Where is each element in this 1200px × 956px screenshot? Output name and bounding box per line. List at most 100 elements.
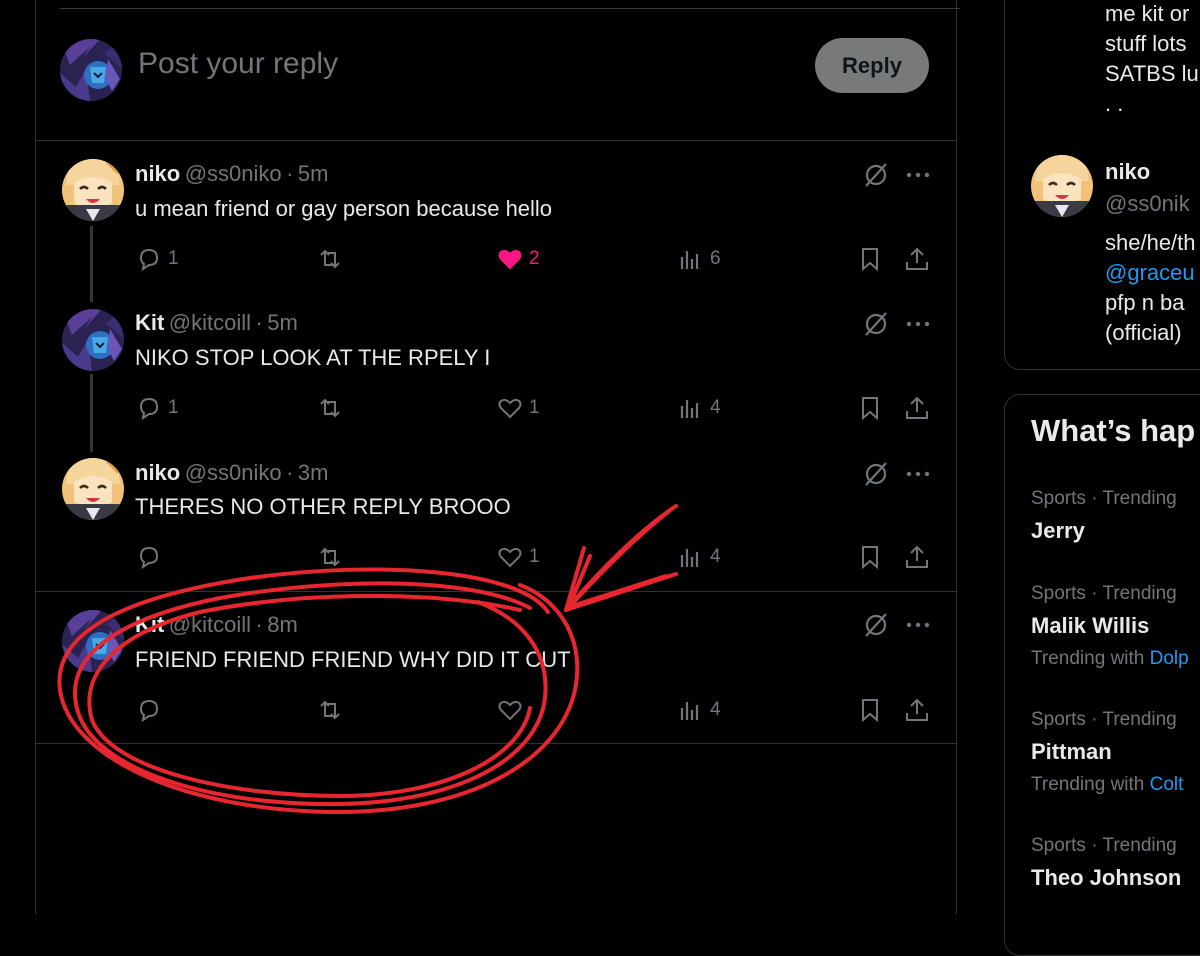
reply-count: 1 [168,248,179,269]
thread-connector [90,226,93,302]
view-count: 4 [710,397,721,418]
like-count: 2 [529,248,540,269]
more-icon[interactable] [904,161,932,189]
bookmark-icon[interactable] [856,696,884,724]
share-icon[interactable] [903,245,931,273]
niko-avatar[interactable] [62,458,124,520]
thread-connector [90,374,93,452]
trend-with-link[interactable]: Dolp [1150,648,1189,669]
separator: · [286,161,294,186]
like-icon[interactable] [496,696,524,724]
share-icon[interactable] [903,394,931,422]
post-text: u mean friend or gay person because hell… [135,196,553,221]
trend-category: Sports · Trending [1031,709,1177,730]
more-icon[interactable] [904,611,932,639]
profile-name[interactable]: niko [1105,159,1150,185]
repost-icon[interactable] [316,543,344,571]
profile-bio-line: (official) [1105,320,1182,345]
view-count: 4 [710,546,721,567]
view-count: 6 [710,248,721,269]
trend-with: Trending with Dolp [1031,648,1189,669]
views-icon[interactable] [677,696,705,724]
like-icon[interactable] [496,245,524,273]
author-handle[interactable]: @ss0niko [185,161,282,186]
timestamp[interactable]: 5m [298,161,329,186]
post-text: NIKO STOP LOOK AT THE RPELY I [135,345,491,370]
author-name[interactable]: niko [135,161,180,186]
more-icon[interactable] [904,460,932,488]
view-count: 4 [710,699,721,720]
post-divider [36,591,956,592]
trend-name[interactable]: Jerry [1031,518,1085,544]
trends-heading: What’s hap [1031,413,1196,448]
bio-top-line: stuff lots [1105,31,1187,56]
timestamp[interactable]: 5m [267,310,298,335]
bio-top-line: me kit or [1105,1,1190,26]
separator: · [255,612,263,637]
reply-icon[interactable] [135,696,163,724]
grok-icon[interactable] [862,611,890,639]
trend-name[interactable]: Theo Johnson [1031,865,1181,891]
share-icon[interactable] [903,696,931,724]
views-icon[interactable] [677,543,705,571]
repost-icon[interactable] [316,394,344,422]
repost-icon[interactable] [316,245,344,273]
bio-top-line: SATBS lu [1105,61,1199,86]
more-icon[interactable] [904,310,932,338]
author-handle[interactable]: @ss0niko [185,460,282,485]
post-text: FRIEND FRIEND FRIEND WHY DID IT CUT [135,647,571,672]
trend-name[interactable]: Malik Willis [1031,613,1149,639]
reply-icon[interactable] [135,245,163,273]
profile-avatar[interactable] [1031,155,1093,217]
kit-avatar[interactable] [62,610,124,672]
reply-count: 1 [168,397,179,418]
profile-bio-mention[interactable]: @graceu [1105,260,1195,286]
like-count: 1 [529,397,540,418]
author-name[interactable]: niko [135,460,180,485]
like-icon[interactable] [496,543,524,571]
timestamp[interactable]: 3m [298,460,329,485]
bookmark-icon[interactable] [856,394,884,422]
author-name[interactable]: Kit [135,612,164,637]
niko-avatar[interactable] [62,159,124,221]
like-count: 1 [529,546,540,567]
views-icon[interactable] [677,245,705,273]
grok-icon[interactable] [862,460,890,488]
separator: · [286,460,294,485]
post-text: THERES NO OTHER REPLY BROOO [135,494,511,519]
repost-icon[interactable] [316,696,344,724]
composer-divider [36,140,956,141]
views-icon[interactable] [677,394,705,422]
post-divider [36,743,956,744]
trend-category: Sports · Trending [1031,583,1177,604]
author-handle[interactable]: @kitcoill [169,612,251,637]
trend-with-link[interactable]: Colt [1150,774,1184,795]
column-left-border [35,0,36,914]
bio-top-line: . . [1105,91,1124,116]
grok-icon[interactable] [862,161,890,189]
composer-avatar[interactable] [60,39,122,101]
trend-with: Trending with Colt [1031,774,1184,795]
column-right-border [956,0,957,914]
grok-icon[interactable] [862,310,890,338]
reply-input[interactable]: Post your reply [138,47,338,81]
profile-bio-line: she/he/th [1105,230,1196,255]
kit-avatar[interactable] [62,309,124,371]
trend-category: Sports · Trending [1031,488,1177,509]
author-name[interactable]: Kit [135,310,164,335]
profile-bio-line: pfp n ba [1105,290,1185,315]
separator: · [255,310,263,335]
profile-handle[interactable]: @ss0nik [1105,191,1190,217]
trend-name[interactable]: Pittman [1031,739,1112,765]
reply-button[interactable]: Reply [815,38,929,93]
bookmark-icon[interactable] [856,245,884,273]
share-icon[interactable] [903,543,931,571]
author-handle[interactable]: @kitcoill [169,310,251,335]
timestamp[interactable]: 8m [267,612,298,637]
like-icon[interactable] [496,394,524,422]
top-divider [60,8,960,9]
reply-icon[interactable] [135,543,163,571]
reply-icon[interactable] [135,394,163,422]
bookmark-icon[interactable] [856,543,884,571]
trend-category: Sports · Trending [1031,835,1177,856]
